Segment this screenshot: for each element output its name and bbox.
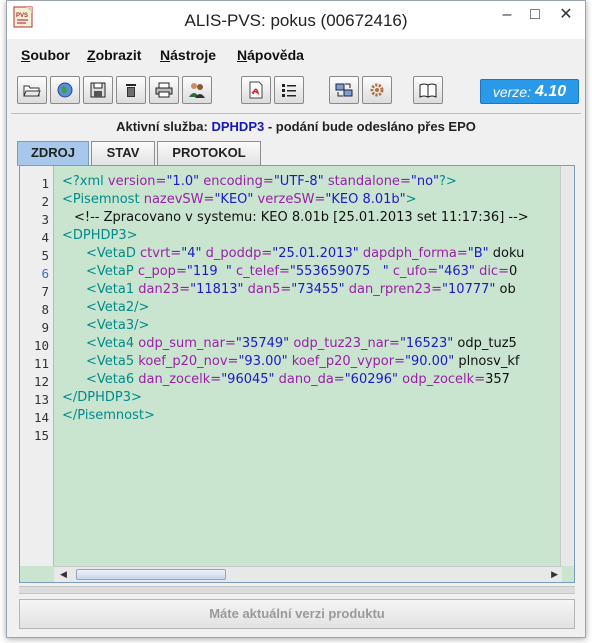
panel-splitter[interactable] [19,586,575,594]
users-button[interactable] [182,76,212,104]
scroll-right-icon[interactable]: ▶ [551,569,558,580]
line-number: 5 [41,248,49,263]
code-line[interactable]: <!-- Zpracovano v systemu: KEO 8.01b [25… [74,210,529,225]
scroll-left-icon[interactable]: ◀ [60,569,67,580]
save-button[interactable] [83,76,113,104]
line-number: 14 [33,410,49,425]
globe-icon [57,82,73,98]
book-icon [419,83,437,98]
line-number: 11 [33,356,49,371]
code-line[interactable]: <Veta2/> [86,300,149,315]
line-number: 3 [41,212,49,227]
close-icon[interactable]: ✕ [549,5,583,27]
version-number: 4.10 [534,82,567,100]
line-number: 12 [33,374,49,389]
print-button[interactable] [149,76,179,104]
open-folder-icon [23,85,41,97]
service-prefix: Aktivní služba: [116,119,208,134]
transfer-button[interactable] [329,76,359,104]
code-line[interactable]: <Veta5 koef_p20_nov="93.00" koef_p20_vyp… [86,354,519,369]
service-suffix: - podání bude odesláno přes EPO [267,119,476,134]
web-button[interactable] [50,76,80,104]
list-button[interactable] [274,76,304,104]
tab-protokol[interactable]: PROTOKOL [157,141,261,165]
save-icon [90,82,106,98]
delete-button[interactable] [116,76,146,104]
service-code: DPHDP3 [211,119,265,134]
settings-button[interactable] [362,76,392,104]
line-number: 1 [41,176,49,191]
list-icon [282,84,296,97]
pdf-icon [249,81,263,99]
maximize-icon[interactable]: □ [521,5,549,27]
code-line[interactable]: <Pisemnost nazevSW="KEO" verzeSW="KEO 8.… [62,192,417,207]
line-number: 15 [33,428,49,443]
users-icon [189,83,205,98]
line-number-current: 6 [41,266,49,281]
open-button[interactable] [17,76,47,104]
menu-zobrazit[interactable]: Zobrazit [87,47,141,63]
code-line[interactable]: <Veta4 odp_sum_nar="35749" odp_tuz23_nar… [86,336,517,351]
code-area[interactable]: <?xml version="1.0" encoding="UTF-8" sta… [56,166,562,566]
line-number: 10 [33,338,49,353]
line-number: 4 [41,230,49,245]
version-badge: verze: 4.10 [480,79,579,104]
tab-stav[interactable]: STAV [91,141,155,165]
line-number: 2 [41,194,49,209]
code-line[interactable]: </DPHDP3> [62,390,142,405]
line-number: 9 [41,320,49,335]
code-line[interactable]: <DPHDP3> [62,228,138,243]
tab-zdroj[interactable]: ZDROJ [17,141,89,166]
horizontal-scrollbar[interactable]: ◀ ▶ [54,566,562,582]
print-icon [155,82,173,98]
code-line[interactable]: <VetaP c_pop="119 " c_telef="553659075 "… [86,264,517,279]
code-line[interactable]: <Veta6 dan_zocelk="96045" dano_da="60296… [86,372,510,387]
line-number: 13 [33,392,49,407]
code-line[interactable]: <Veta3/> [86,318,149,333]
code-line[interactable]: <?xml version="1.0" encoding="UTF-8" sta… [62,174,457,189]
toolbar: verze: 4.10 [11,73,581,109]
horizontal-scroll-thumb[interactable] [76,569,226,580]
toolbar-divider [11,113,581,114]
line-number: 8 [41,302,49,317]
version-label: verze: [492,83,531,100]
vertical-scrollbar[interactable] [560,166,574,566]
code-line[interactable]: <VetaD ctvrt="4" d_poddp="25.01.2013" da… [86,246,524,261]
minimize-icon[interactable]: – [493,5,521,27]
menu-napoveda[interactable]: Nápověda [237,47,304,63]
code-line[interactable]: </Pisemnost> [62,408,155,423]
settings-gear-icon [370,83,384,97]
active-service-line: Aktivní služba: DPHDP3 - podání bude ode… [7,119,585,134]
delete-icon [126,84,136,97]
help-book-button[interactable] [413,76,443,104]
line-number: 7 [41,284,49,299]
transfer-icon [335,83,353,97]
code-line[interactable]: <Veta1 dan23="11813" dan5="73455" dan_rp… [86,282,516,297]
menu-bar: Soubor Zobrazit Nástroje Nápověda [11,43,581,67]
title-bar[interactable]: PVS ALIS-PVS: pokus (00672416) – □ ✕ [7,1,585,39]
xml-source-editor[interactable]: 1 2 3 4 5 6 7 8 9 10 11 12 13 14 15 <?xm… [19,165,575,583]
product-version-status-button[interactable]: Máte aktuální verzi produktu [19,599,575,629]
menu-soubor[interactable]: Soubor [21,47,70,63]
pdf-button[interactable] [241,76,271,104]
line-number-gutter: 1 2 3 4 5 6 7 8 9 10 11 12 13 14 15 [20,166,54,566]
app-window: PVS ALIS-PVS: pokus (00672416) – □ ✕ Sou… [6,0,586,638]
menu-nastroje[interactable]: Nástroje [160,47,216,63]
